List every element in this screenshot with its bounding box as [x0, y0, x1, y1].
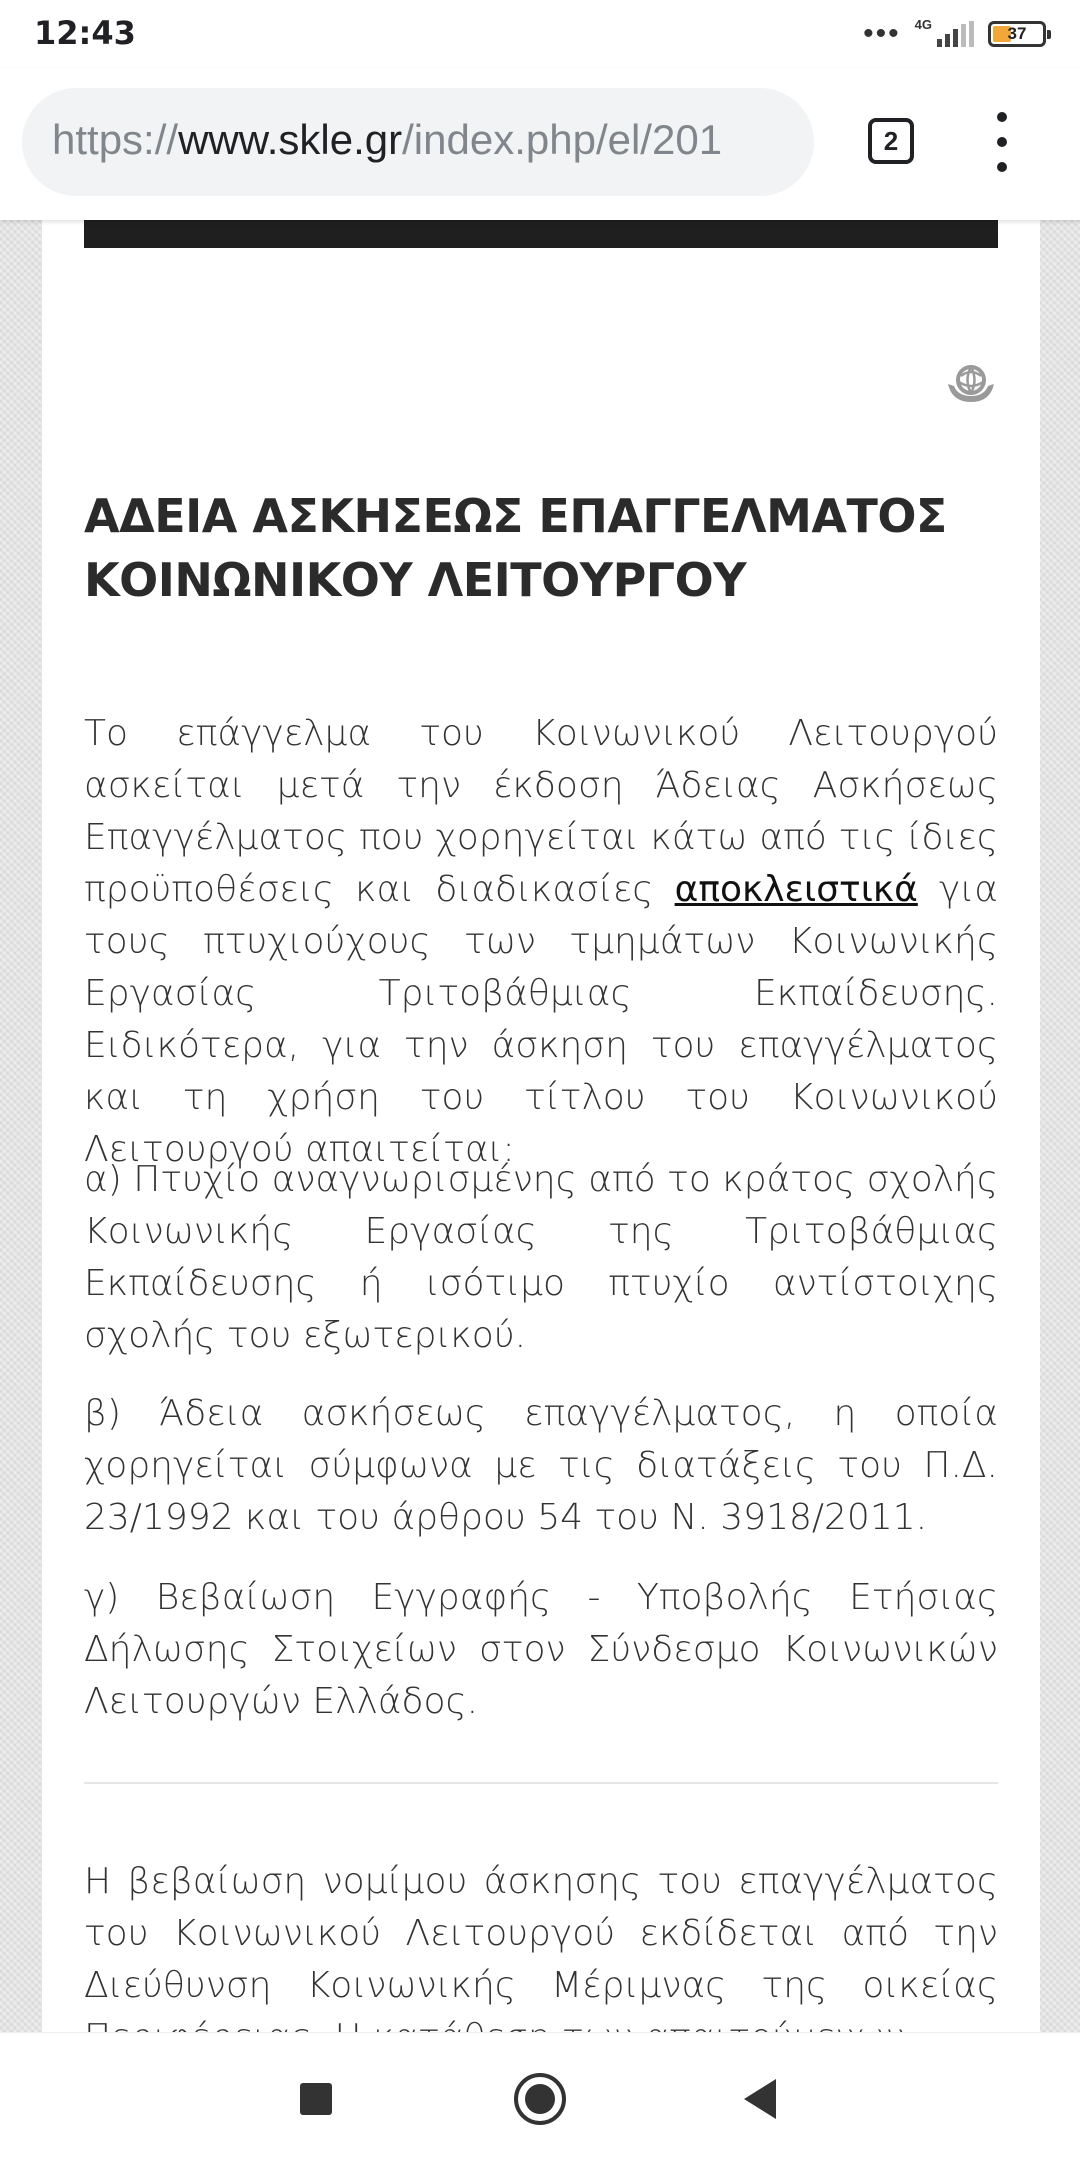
- home-button[interactable]: [514, 2073, 566, 2125]
- url-text[interactable]: https://www.skle.gr/index.php/el/201: [52, 116, 722, 164]
- battery-percent: 37: [1007, 24, 1027, 43]
- notification-dots-icon: •••: [863, 17, 901, 50]
- url-scheme: https://: [52, 116, 179, 163]
- network-type: 4G: [914, 16, 932, 32]
- status-time: 12:43: [34, 14, 136, 52]
- more-vert-icon[interactable]: [990, 112, 1014, 172]
- requirement-a: α) Πτυχίο αναγνωρισμένης από το κράτος σ…: [84, 1159, 998, 1356]
- home-circle-icon: [525, 2084, 555, 2114]
- certification-paragraph: Η βεβαίωση νομίμου άσκησης του επαγγέλμα…: [84, 1861, 998, 2032]
- status-bar: 12:43 ••• 4G 37: [0, 0, 1080, 68]
- section-divider: [84, 1782, 998, 1784]
- address-bar[interactable]: https://www.skle.gr/index.php/el/201: [22, 88, 814, 196]
- recents-button[interactable]: [300, 2083, 332, 2115]
- exclusively-link[interactable]: αποκλειστικά: [675, 869, 918, 910]
- article-container: ΑΔΕΙΑ ΑΣΚΗΣΕΩΣ ΕΠΑΓΓΕΛΜΑΤΟΣ ΚΟΙΝΩΝΙΚΟΥ Λ…: [42, 220, 1040, 2032]
- intro-text-end: για τους πτυχιούχους των τμημάτων Κοινων…: [84, 869, 998, 1170]
- tab-count: 2: [883, 125, 899, 156]
- page-viewport[interactable]: ΑΔΕΙΑ ΑΣΚΗΣΕΩΣ ΕΠΑΓΓΕΛΜΑΤΟΣ ΚΟΙΝΩΝΙΚΟΥ Λ…: [0, 220, 1080, 2032]
- requirement-c: γ) Βεβαίωση Εγγραφής - Υποβολής Ετήσιας …: [84, 1577, 998, 1722]
- status-icons: ••• 4G 37: [863, 14, 1051, 54]
- url-path: /index.php/el/201: [402, 116, 723, 163]
- page-title: ΑΔΕΙΑ ΑΣΚΗΣΕΩΣ ΕΠΑΓΓΕΛΜΑΤΟΣ ΚΟΙΝΩΝΙΚΟΥ Λ…: [84, 489, 947, 607]
- header-bar: [84, 220, 998, 248]
- battery-icon: 37: [988, 21, 1051, 47]
- back-button[interactable]: [744, 2079, 776, 2119]
- signal-icon: [934, 21, 974, 47]
- globe-hands-icon: [948, 365, 994, 402]
- system-nav-bar: [0, 2032, 1080, 2161]
- intro-paragraph: Το επάγγελμα του Κοινωνικού Λειτουργού α…: [84, 708, 998, 1176]
- browser-toolbar: https://www.skle.gr/index.php/el/201 2: [0, 68, 1080, 220]
- requirement-b: β) Άδεια ασκήσεως επαγγέλματος, η οποία …: [84, 1393, 998, 1538]
- url-host: www.skle.gr: [178, 116, 403, 163]
- tab-switcher-button[interactable]: 2: [868, 118, 914, 164]
